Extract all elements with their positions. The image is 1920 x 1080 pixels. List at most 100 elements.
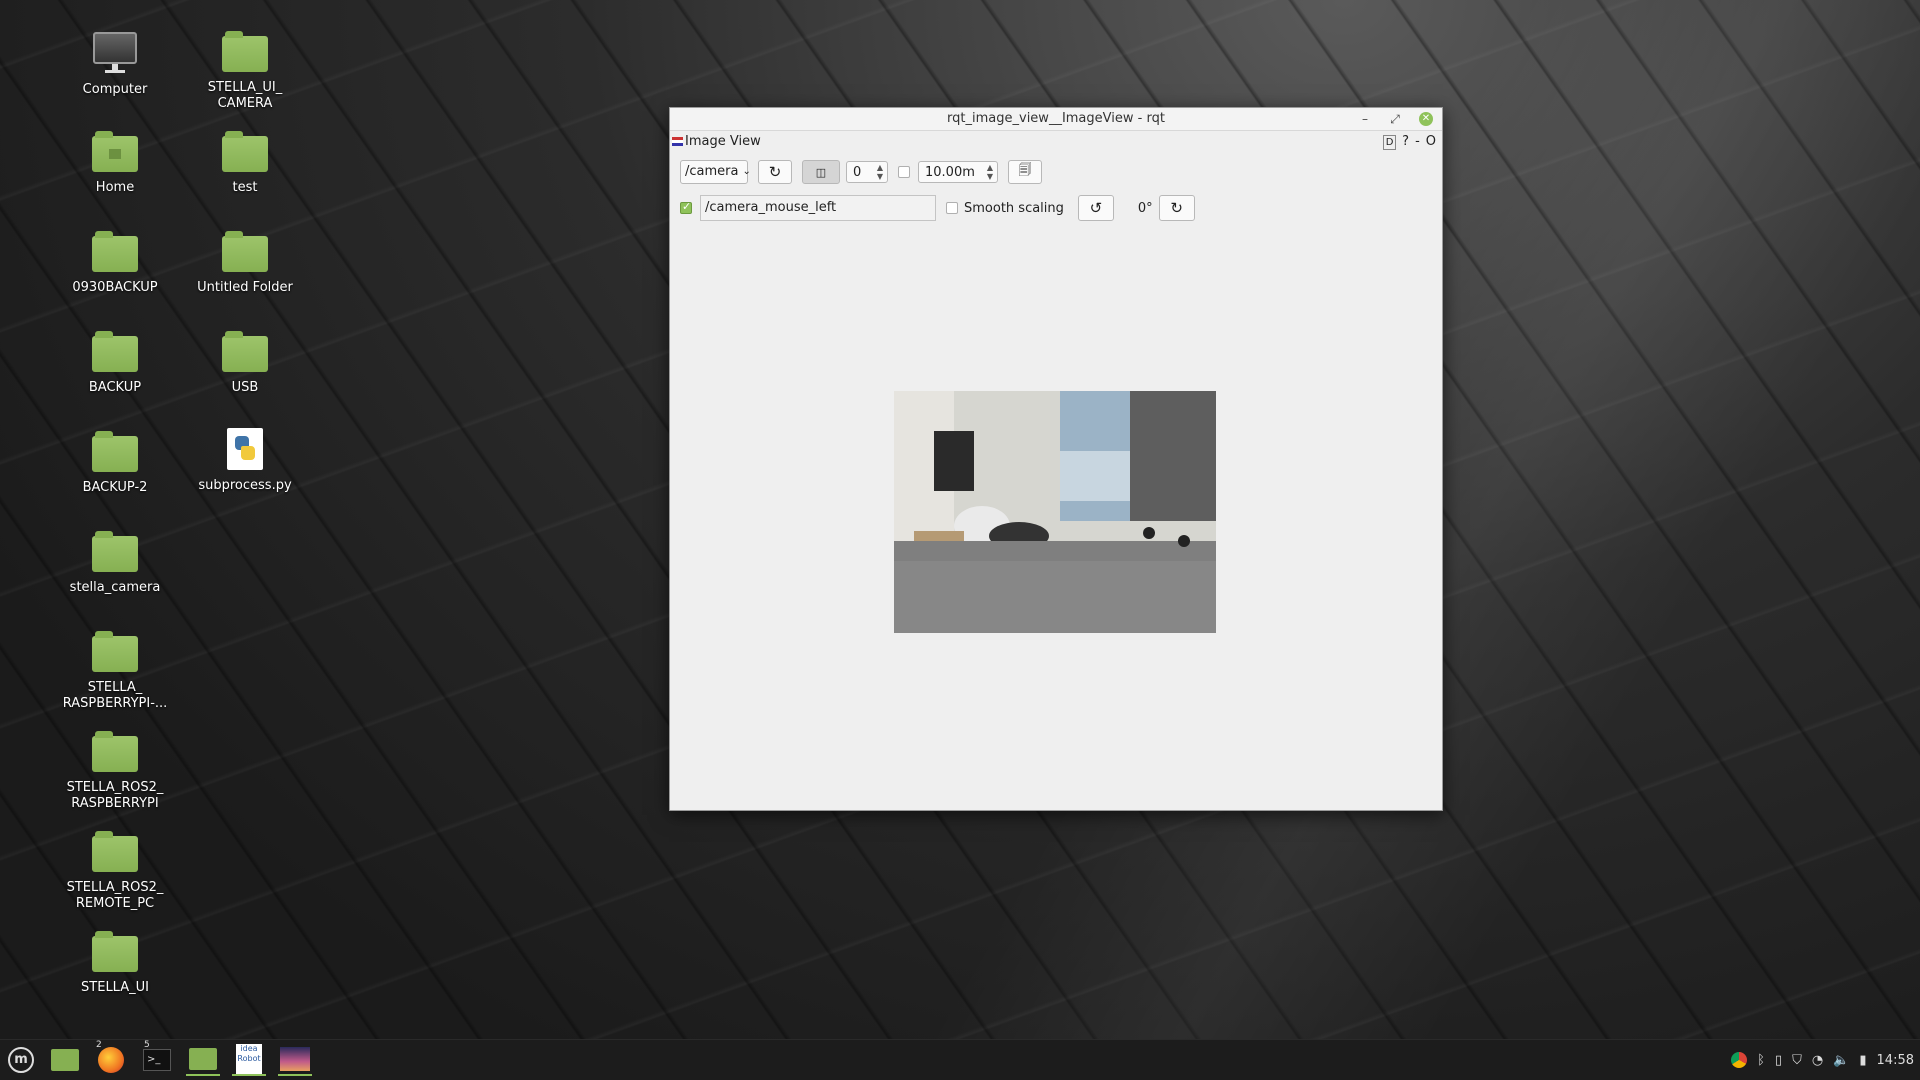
publish-mouse-checkbox[interactable] bbox=[680, 200, 692, 214]
camera-image[interactable] bbox=[894, 391, 1216, 633]
folder-icon bbox=[91, 530, 139, 574]
plugin-help-button[interactable]: ? bbox=[1402, 131, 1409, 153]
maximize-button[interactable]: ⤢ bbox=[1384, 108, 1406, 130]
desktop-icon-home[interactable]: Home bbox=[55, 130, 175, 196]
desktop-icon-usb[interactable]: USB bbox=[185, 330, 305, 396]
frame-spinbox[interactable]: 0 ▲ ▼ bbox=[846, 161, 888, 183]
wifi-icon[interactable]: ◔ bbox=[1812, 1053, 1823, 1068]
plugin-title: Image View bbox=[672, 131, 761, 153]
desktop-icon-label: BACKUP-2 bbox=[82, 480, 148, 495]
taskbar-firefox-button[interactable]: 2 bbox=[94, 1040, 128, 1076]
duration-spinbox-value: 10.00m bbox=[925, 164, 975, 180]
mint-menu-button[interactable]: m bbox=[4, 1044, 38, 1076]
taskbar-files-button[interactable] bbox=[48, 1044, 82, 1076]
clock[interactable]: 14:58 bbox=[1877, 1053, 1914, 1068]
desktop-icon-computer[interactable]: Computer bbox=[55, 30, 175, 98]
idea-robot-icon: idea Robot bbox=[236, 1044, 262, 1074]
spin-arrows-icon[interactable]: ▲ ▼ bbox=[877, 163, 887, 181]
chrome-icon[interactable] bbox=[1731, 1052, 1748, 1068]
desktop-icon-label: subprocess.py bbox=[198, 478, 292, 493]
desktop-icon-label: USB bbox=[231, 380, 259, 395]
desktop-icon-stella-ui-camera[interactable]: STELLA_UI_ CAMERA bbox=[185, 30, 305, 112]
bluetooth-icon[interactable]: ᛒ bbox=[1757, 1053, 1765, 1068]
desktop-icon-backup-2[interactable]: BACKUP-2 bbox=[55, 430, 175, 496]
folder-icon bbox=[91, 330, 139, 374]
system-tray: ᛒ ▯ ⛉ ◔ 🔈 ▮ 14:58 bbox=[1731, 1040, 1914, 1080]
desktop-icon-test[interactable]: test bbox=[185, 130, 305, 196]
linux-mint-logo-icon: m bbox=[8, 1047, 34, 1073]
image-toolbar: /camera ⌄ ↻ ◫ 0 ▲ ▼ 10.00m ▲ ▼ 🗐 bbox=[680, 160, 1042, 184]
mouse-topic-row: /camera_mouse_left Smooth scaling ↺ 0° ↻ bbox=[680, 194, 1195, 222]
rotation-value: 0° bbox=[1137, 200, 1153, 216]
folder-icon bbox=[91, 630, 139, 674]
firefox-icon bbox=[98, 1047, 124, 1073]
save-icon: 🗐 bbox=[1018, 163, 1032, 178]
taskbar-idea-robot-button[interactable]: idea Robot bbox=[232, 1044, 266, 1076]
folder-icon bbox=[91, 430, 139, 474]
battery-icon[interactable]: ▮ bbox=[1859, 1053, 1866, 1068]
folder-icon bbox=[221, 330, 269, 374]
dynamic-range-checkbox[interactable] bbox=[898, 166, 910, 178]
mouse-topic-value: /camera_mouse_left bbox=[705, 200, 837, 215]
desktop-icon-label: STELLA_UI bbox=[81, 980, 149, 995]
desktop-icon-label: STELLA_UI_ CAMERA bbox=[207, 80, 283, 111]
plugin-header: Image View D ? - O bbox=[670, 131, 1442, 153]
folder-icon bbox=[221, 230, 269, 274]
topic-combo[interactable]: /camera ⌄ bbox=[680, 160, 751, 184]
desktop-icon-stella-ros2-remote-pc[interactable]: STELLA_ROS2_ REMOTE_PC bbox=[55, 830, 175, 912]
desktop-icon-stella-raspberrypi[interactable]: STELLA_ RASPBERRYPI-... bbox=[55, 630, 175, 712]
window-titlebar[interactable]: rqt_image_view__ImageView - rqt – ⤢ ✕ bbox=[670, 108, 1442, 131]
plugin-d-button[interactable]: D bbox=[1383, 134, 1397, 150]
plugin-close-button[interactable]: O bbox=[1426, 131, 1436, 153]
taskbar-terminal-button[interactable]: >_ 5 bbox=[140, 1040, 174, 1076]
save-image-button[interactable]: 🗐 bbox=[1008, 160, 1042, 184]
taskbar-folder-button[interactable] bbox=[186, 1044, 220, 1076]
folder-icon bbox=[189, 1048, 217, 1070]
mouse-topic-input[interactable]: /camera_mouse_left bbox=[700, 195, 936, 221]
shield-icon[interactable]: ⛉ bbox=[1792, 1053, 1802, 1068]
refresh-topics-button[interactable]: ↻ bbox=[758, 160, 792, 184]
desktop-icon-label: test bbox=[232, 180, 258, 195]
volume-icon[interactable]: 🔈 bbox=[1833, 1053, 1849, 1068]
python-file-icon bbox=[221, 428, 269, 472]
window-count-badge: 2 bbox=[96, 1040, 102, 1050]
folder-icon bbox=[91, 830, 139, 874]
zoom-fit-icon: ◫ bbox=[815, 165, 827, 179]
folder-icon bbox=[91, 730, 139, 774]
duration-spinbox[interactable]: 10.00m ▲ ▼ bbox=[918, 161, 998, 183]
taskbar-rqt-button[interactable] bbox=[278, 1044, 312, 1076]
plugin-minimize-button[interactable]: - bbox=[1415, 131, 1420, 153]
clipboard-icon[interactable]: ▯ bbox=[1775, 1053, 1782, 1068]
folder-icon bbox=[91, 930, 139, 974]
topic-combo-value: /camera bbox=[685, 164, 739, 179]
computer-icon bbox=[91, 30, 139, 76]
desktop-icon-label: Home bbox=[95, 180, 135, 195]
rqt-window: rqt_image_view__ImageView - rqt – ⤢ ✕ Im… bbox=[669, 107, 1443, 811]
rotate-left-button[interactable]: ↺ bbox=[1077, 195, 1114, 221]
desktop-icon-label: stella_camera bbox=[69, 580, 161, 595]
camera-image-content bbox=[894, 391, 1216, 633]
desktop-icon-stella-camera[interactable]: stella_camera bbox=[55, 530, 175, 596]
desktop-icon-label: BACKUP bbox=[88, 380, 142, 395]
zoom-1-button[interactable]: ◫ bbox=[802, 160, 840, 184]
desktop-icon-0930backup[interactable]: 0930BACKUP bbox=[55, 230, 175, 296]
folder-icon bbox=[91, 230, 139, 274]
desktop-icon-backup[interactable]: BACKUP bbox=[55, 330, 175, 396]
desktop-icon-stella-ros2-raspberrypi[interactable]: STELLA_ROS2_ RASPBERRYPI bbox=[55, 730, 175, 812]
rotate-right-button[interactable]: ↻ bbox=[1158, 195, 1195, 221]
close-button[interactable]: ✕ bbox=[1419, 112, 1433, 126]
rotate-cw-icon: ↻ bbox=[1170, 199, 1183, 217]
spin-arrows-icon[interactable]: ▲ ▼ bbox=[987, 163, 997, 181]
smooth-scaling-checkbox[interactable] bbox=[946, 202, 958, 214]
taskbar: m 2 >_ 5 idea Robot ᛒ ▯ ⛉ ◔ 🔈 ▮ 14:58 bbox=[0, 1039, 1920, 1080]
plugin-flag-icon bbox=[672, 137, 683, 146]
smooth-scaling-label: Smooth scaling bbox=[964, 200, 1064, 216]
desktop-icon-untitled-folder[interactable]: Untitled Folder bbox=[185, 230, 305, 296]
desktop-icon-label: Untitled Folder bbox=[197, 280, 293, 295]
minimize-button[interactable]: – bbox=[1354, 108, 1376, 130]
folder-icon bbox=[221, 130, 269, 174]
desktop-icon-subprocess-py[interactable]: subprocess.py bbox=[185, 428, 305, 494]
rotate-ccw-icon: ↺ bbox=[1089, 199, 1103, 217]
desktop-icon-label: STELLA_ROS2_ REMOTE_PC bbox=[66, 880, 164, 911]
desktop-icon-stella-ui[interactable]: STELLA_UI bbox=[55, 930, 175, 996]
